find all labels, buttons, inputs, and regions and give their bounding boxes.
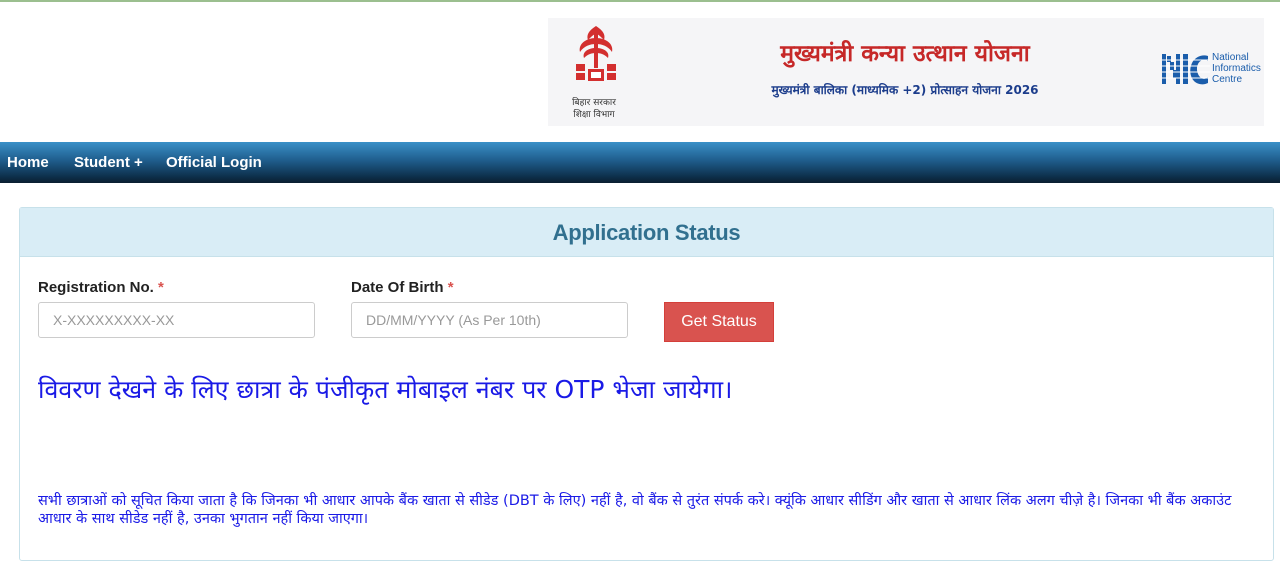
nic-line2: Informatics — [1212, 63, 1261, 74]
scheme-subtitle: मुख्यमंत्री बालिका (माध्यमिक +2) प्रोत्स… — [771, 83, 1039, 97]
emblem-caption-line1: बिहार सरकार — [572, 98, 616, 108]
nav-student-menu[interactable]: Student + — [74, 142, 143, 183]
nic-line1: National — [1212, 52, 1249, 63]
registration-number-input[interactable] — [38, 302, 315, 338]
nic-logo-icon — [1162, 54, 1210, 85]
dob-required-mark: * — [447, 279, 454, 296]
dob-label-text: Date Of Birth — [351, 279, 444, 296]
bihar-emblem-icon — [576, 26, 616, 81]
header-banner — [548, 18, 1264, 126]
scheme-title: मुख्यमंत्री कन्या उत्थान योजना — [780, 41, 1030, 67]
nav-home[interactable]: Home — [7, 142, 49, 183]
nic-name: National Informatics Centre — [1212, 52, 1272, 85]
registration-required-mark: * — [158, 279, 164, 296]
dob-label: Date Of Birth * — [351, 279, 454, 296]
panel-heading: Application Status — [20, 208, 1273, 257]
registration-label-text: Registration No. — [38, 279, 154, 296]
otp-notice: विवरण देखने के लिए छात्रा के पंजीकृत मोब… — [38, 375, 733, 404]
nav-official-login[interactable]: Official Login — [166, 142, 262, 183]
panel-title: Application Status — [552, 220, 741, 245]
registration-label: Registration No. * — [38, 279, 164, 296]
emblem-caption: बिहार सरकार शिक्षा विभाग — [556, 97, 632, 121]
emblem-caption-line2: शिक्षा विभाग — [573, 110, 615, 120]
date-of-birth-input[interactable] — [351, 302, 628, 338]
get-status-button[interactable]: Get Status — [664, 302, 774, 342]
site-header: बिहार सरकार शिक्षा विभाग मुख्यमंत्री कन्… — [0, 2, 1280, 142]
main-navbar: Home Student + Official Login — [0, 142, 1280, 183]
nic-line3: Centre — [1212, 74, 1243, 85]
dbt-aadhaar-notice: सभी छात्राओं को सूचित किया जाता है कि जि… — [38, 493, 1232, 527]
